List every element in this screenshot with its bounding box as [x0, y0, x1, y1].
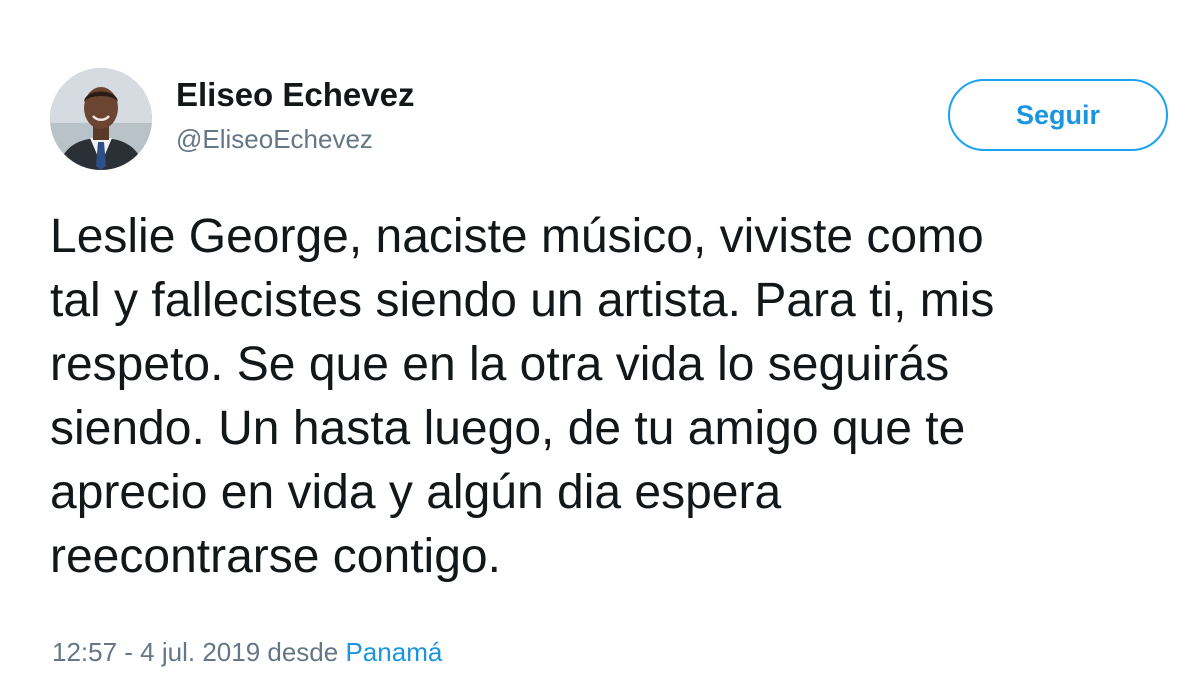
tweet-text: Leslie George, naciste músico, viviste c… [50, 205, 1195, 589]
tweet-text-line: respeto. Se que en la otra vida lo segui… [50, 338, 950, 391]
source-prefix: desde [267, 637, 339, 667]
tweet-text-line: aprecio en vida y algún dia espera [50, 466, 782, 519]
tweet-location-link[interactable]: Panamá [345, 637, 442, 667]
author-name[interactable]: Eliseo Echevez [176, 76, 414, 114]
profile-photo-icon [50, 68, 152, 170]
tweet-meta: 12:57 - 4 jul. 2019 desde Panamá [52, 637, 442, 668]
avatar[interactable] [50, 68, 152, 170]
tweet-text-line: Leslie George, naciste músico, viviste c… [50, 210, 984, 263]
author-handle[interactable]: @EliseoEchevez [176, 124, 373, 155]
tweet-text-line: reecontrarse contigo. [50, 530, 501, 583]
follow-button[interactable]: Seguir [948, 79, 1168, 151]
tweet-timestamp[interactable]: 12:57 - 4 jul. 2019 [52, 637, 260, 667]
tweet-text-line: siendo. Un hasta luego, de tu amigo que … [50, 402, 966, 455]
tweet-card: Eliseo Echevez @EliseoEchevez Seguir Les… [0, 0, 1200, 696]
tweet-text-line: tal y fallecistes siendo un artista. Par… [50, 274, 995, 327]
